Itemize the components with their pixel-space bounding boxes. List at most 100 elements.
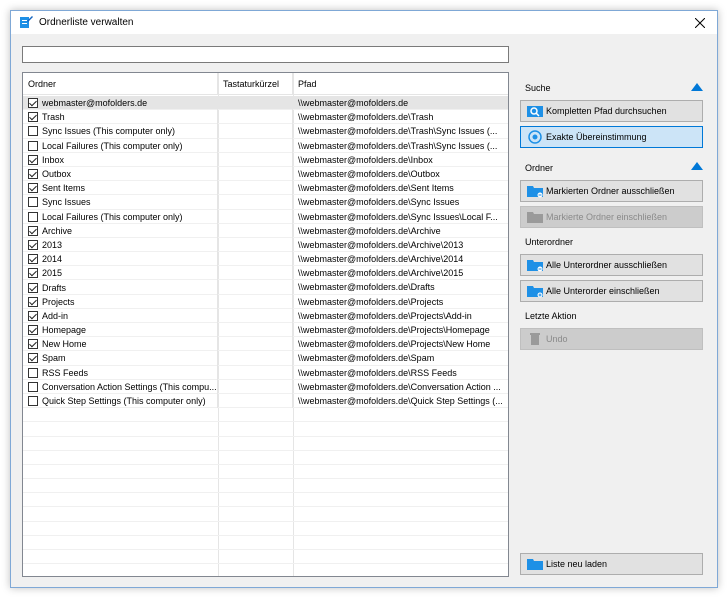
path-cell: \\webmaster@mofolders.de\Trash\Sync Issu… [298,126,498,137]
folder-cell: Outbox [23,166,218,182]
table-row[interactable]: Sent Items \\webmaster@mofolders.de\Sent … [23,181,508,196]
table-row[interactable]: Inbox \\webmaster@mofolders.de\Inbox [23,152,508,167]
table-row[interactable]: Spam \\webmaster@mofolders.de\Spam [23,351,508,366]
folder-checkbox[interactable] [28,353,38,364]
folder-checkbox[interactable] [28,282,38,293]
folder-cell: 2013 [23,237,218,253]
folder-checkbox[interactable] [28,169,38,180]
shortcut-cell [218,237,293,253]
folder-checkbox[interactable] [28,197,38,208]
folder-checkbox[interactable] [28,154,38,165]
shortcut-cell [218,393,293,409]
folder-cell: Sync Issues (This computer only) [23,124,218,139]
table-row[interactable]: 2014 \\webmaster@mofolders.de\Archive\201… [23,252,508,267]
folder-icon [527,186,543,198]
collapse-arrow-icon[interactable] [691,83,703,91]
folder-checkbox[interactable] [28,268,38,279]
folder-checkbox[interactable] [28,225,38,236]
include-all-subfolders-button[interactable]: Alle Unterorder einschließen [520,280,703,302]
header-ordner[interactable]: Ordner [23,73,218,95]
folder-checkbox[interactable] [28,126,38,137]
path-cell: \\webmaster@mofolders.de\Archive\2015 [298,268,464,279]
folder-cell: Quick Step Settings (This computer only) [23,393,218,409]
shortcut-cell [218,337,293,352]
folder-checkbox[interactable] [28,396,38,407]
table-row[interactable]: Archive \\webmaster@mofolders.de\Archive [23,223,508,238]
path-cell: \\webmaster@mofolders.de\Sync Issues\Loc… [298,211,498,222]
reload-list-button[interactable]: Liste neu laden [520,553,703,575]
exact-match-button[interactable]: Exakte Übereinstimmung [520,126,703,148]
table-row[interactable]: Add-in \\webmaster@mofolders.de\Projects\… [23,308,508,323]
search-icon [527,106,543,117]
table-row[interactable]: Quick Step Settings (This computer only)… [23,393,508,409]
table-row[interactable]: Local Failures (This computer only) \\web… [23,138,508,153]
table-row[interactable]: Projects \\webmaster@mofolders.de\Project… [23,294,508,309]
close-button[interactable] [689,13,711,32]
search-full-path-button[interactable]: Kompletten Pfad durchsuchen [520,100,703,122]
header-tastaturkuerzel[interactable]: Tastaturkürzel [218,73,293,95]
table-row[interactable]: webmaster@mofolders.de \\webmaster@mofold… [23,96,508,111]
folder-checkbox[interactable] [28,296,38,307]
empty-row [23,550,508,565]
folder-name: Local Failures (This computer only) [42,211,183,222]
undo-button[interactable]: Undo [520,328,703,350]
folder-name: 2013 [42,239,63,250]
shortcut-cell [218,323,293,338]
edit-list-icon [20,16,33,28]
exclude-marked-folder-button[interactable]: Markierten Ordner ausschließen [520,180,703,202]
folder-checkbox[interactable] [28,381,38,392]
folder-checkbox[interactable] [28,98,38,109]
table-row[interactable]: Drafts \\webmaster@mofolders.de\Drafts [23,280,508,295]
exact-match-label: Exakte Übereinstimmung [546,132,647,142]
table-row[interactable]: 2013 \\webmaster@mofolders.de\Archive\201… [23,237,508,253]
table-row[interactable]: Sync Issues \\webmaster@mofolders.de\Sync… [23,195,508,210]
table-row[interactable]: Local Failures (This computer only) \\web… [23,209,508,224]
path-cell: \\webmaster@mofolders.de\Quick Step Sett… [298,395,503,406]
folder-cell: Local Failures (This computer only) [23,209,218,224]
folder-checkbox[interactable] [28,183,38,194]
folder-checkbox[interactable] [28,239,38,250]
folder-name: 2014 [42,254,63,265]
folder-table: Ordner Tastaturkürzel Pfad webmaster@mof… [22,72,509,577]
path-cell: \\webmaster@mofolders.de\Archive [298,225,441,236]
shortcut-cell [218,308,293,323]
table-row[interactable]: Outbox \\webmaster@mofolders.de\Outbox [23,166,508,182]
table-row[interactable]: RSS Feeds \\webmaster@mofolders.de\RSS Fe… [23,365,508,380]
collapse-arrow-icon[interactable] [691,162,703,170]
undo-label: Undo [546,334,568,344]
folder-name: Archive [42,225,73,236]
folder-cell: Trash [23,110,218,125]
folder-checkbox[interactable] [28,310,38,321]
shortcut-cell [218,294,293,309]
shortcut-cell [218,379,293,394]
table-row[interactable]: New Home \\webmaster@mofolders.de\Project… [23,337,508,352]
header-pfad[interactable]: Pfad [293,73,508,95]
path-cell: \\webmaster@mofolders.de [298,98,409,108]
exclude-all-subfolders-button[interactable]: Alle Unterordner ausschließen [520,254,703,276]
folder-checkbox[interactable] [28,140,38,151]
folder-checkbox[interactable] [28,112,38,123]
path-cell: \\webmaster@mofolders.de\Trash [298,112,434,123]
table-row[interactable]: Trash \\webmaster@mofolders.de\Trash [23,110,508,125]
folder-cell: 2015 [23,266,218,281]
filter-input[interactable] [22,46,509,63]
table-row[interactable]: Sync Issues (This computer only) \\webmas… [23,124,508,139]
folder-name: Quick Step Settings (This computer only) [42,396,206,407]
table-row[interactable]: 2015 \\webmaster@mofolders.de\Archive\201… [23,266,508,281]
folder-checkbox[interactable] [28,211,38,222]
folder-checkbox[interactable] [28,367,38,378]
table-row[interactable]: Homepage \\webmaster@mofolders.de\Project… [23,323,508,338]
table-row[interactable]: Conversation Action Settings (This compu… [23,379,508,394]
include-marked-folder-label: Markierte Ordner einschließen [546,212,668,222]
target-search-icon [528,130,542,144]
include-marked-folder-button[interactable]: Markierte Ordner einschließen [520,206,703,228]
empty-row [23,522,508,536]
folder-name: Add-in [42,310,69,321]
folder-checkbox[interactable] [28,325,38,336]
title-bar: Ordnerliste verwalten [11,11,717,34]
folder-cell: Drafts [23,280,218,295]
folder-icon [527,212,543,223]
search-full-path-label: Kompletten Pfad durchsuchen [546,106,667,116]
folder-checkbox[interactable] [28,254,38,265]
folder-checkbox[interactable] [28,339,38,350]
